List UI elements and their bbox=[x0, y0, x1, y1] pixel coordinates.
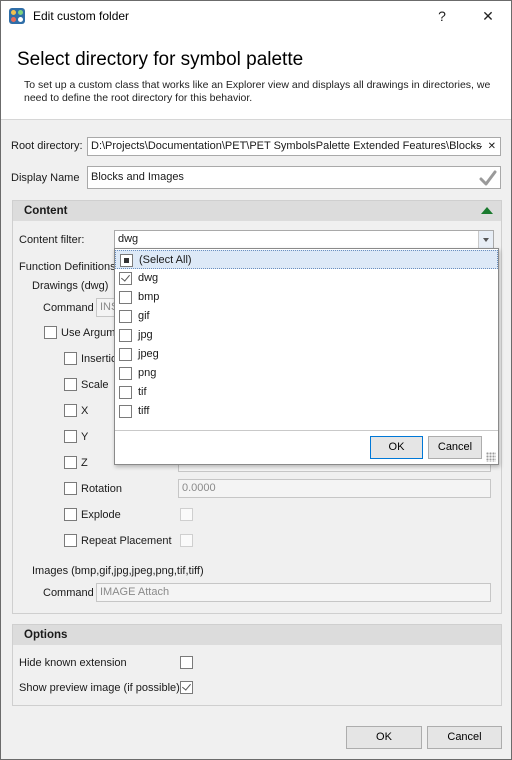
ok-button[interactable]: OK bbox=[346, 726, 422, 749]
use-arguments-label: Use Argum bbox=[61, 327, 116, 339]
scale-checkbox[interactable] bbox=[64, 378, 77, 391]
checkmark-icon bbox=[182, 681, 191, 691]
dropdown-ok-button[interactable]: OK bbox=[370, 436, 423, 459]
display-name-label: Display Name bbox=[11, 172, 80, 184]
filter-option-checkbox[interactable] bbox=[119, 386, 132, 399]
filter-option[interactable]: (Select All) bbox=[115, 250, 498, 269]
images-command-label: Command bbox=[43, 587, 94, 599]
options-section-title: Options bbox=[24, 629, 68, 641]
show-preview-checkbox[interactable] bbox=[180, 681, 193, 694]
x-checkbox[interactable] bbox=[64, 404, 77, 417]
drawings-command-label: Command bbox=[43, 302, 94, 314]
filter-option-checkbox[interactable] bbox=[119, 329, 132, 342]
filter-option[interactable]: dwg bbox=[115, 269, 498, 288]
resize-grip-icon[interactable] bbox=[486, 452, 496, 462]
insertion-label: Insertio bbox=[81, 353, 118, 365]
function-definitions-label: Function Definitions bbox=[19, 261, 116, 273]
indeterminate-icon bbox=[124, 258, 129, 263]
y-label: Y bbox=[81, 431, 89, 443]
filter-option[interactable]: png bbox=[115, 364, 498, 383]
show-preview-label: Show preview image (if possible) bbox=[19, 682, 180, 694]
rotation-field[interactable]: 0.0000 bbox=[178, 479, 491, 498]
filter-option-label: tif bbox=[138, 386, 147, 398]
browse-button[interactable]: ··· bbox=[473, 138, 483, 155]
filter-option-label: dwg bbox=[138, 272, 159, 284]
collapse-arrow-icon[interactable] bbox=[481, 207, 493, 214]
hide-known-extension-checkbox[interactable] bbox=[180, 656, 193, 669]
header-title: Select directory for symbol palette bbox=[17, 49, 304, 70]
hide-known-extension-label: Hide known extension bbox=[19, 657, 127, 669]
options-section-header[interactable]: Options bbox=[13, 625, 501, 645]
chevron-down-icon[interactable] bbox=[478, 231, 493, 248]
root-directory-value: D:\Projects\Documentation\PET\PET Symbol… bbox=[91, 140, 482, 152]
content-section-header[interactable]: Content bbox=[13, 201, 501, 221]
filter-option-label: (Select All) bbox=[139, 254, 192, 266]
filter-option-checkbox[interactable] bbox=[119, 310, 132, 323]
use-arguments-checkbox[interactable] bbox=[44, 326, 57, 339]
check-icon bbox=[479, 170, 497, 186]
clear-icon[interactable]: ✕ bbox=[488, 138, 496, 155]
explode-checkbox[interactable] bbox=[64, 508, 77, 521]
filter-option-label: bmp bbox=[138, 291, 160, 303]
filter-option-checkbox[interactable] bbox=[119, 291, 132, 304]
checkmark-icon bbox=[121, 272, 130, 282]
filter-option[interactable]: tiff bbox=[115, 402, 498, 421]
content-filter-value: dwg bbox=[118, 233, 139, 245]
filter-option[interactable]: bmp bbox=[115, 288, 498, 307]
filter-option[interactable]: jpeg bbox=[115, 345, 498, 364]
content-filter-dropdown: (Select All) dwg bmp gif jpg jpeg png tif tiff O… bbox=[114, 248, 499, 465]
root-directory-field[interactable]: D:\Projects\Documentation\PET\PET Symbol… bbox=[87, 137, 501, 156]
filter-option-list: (Select All) dwg bmp gif jpg jpeg png tif tiff bbox=[115, 249, 498, 431]
content-filter-combo[interactable]: dwg bbox=[114, 230, 494, 249]
filter-option-checkbox[interactable] bbox=[119, 405, 132, 418]
repeat-placement-checkbox[interactable] bbox=[64, 534, 77, 547]
filter-option-label: gif bbox=[138, 310, 150, 322]
drawings-label: Drawings (dwg) bbox=[32, 280, 109, 292]
header-description: To set up a custom class that works like… bbox=[24, 79, 491, 104]
root-directory-label: Root directory: bbox=[11, 140, 83, 152]
display-name-value: Blocks and Images bbox=[91, 171, 184, 183]
dropdown-cancel-button[interactable]: Cancel bbox=[428, 436, 482, 459]
images-command-field[interactable]: IMAGE Attach bbox=[96, 583, 491, 602]
window-title: Edit custom folder bbox=[33, 9, 130, 23]
filter-option-checkbox[interactable] bbox=[119, 367, 132, 380]
dialog-header: Select directory for symbol palette To s… bbox=[1, 32, 511, 120]
dialog-window: Edit custom folder ? ✕ Select directory … bbox=[0, 0, 512, 760]
filter-option[interactable]: jpg bbox=[115, 326, 498, 345]
cancel-button[interactable]: Cancel bbox=[427, 726, 502, 749]
title-bar: Edit custom folder ? ✕ bbox=[1, 1, 511, 32]
filter-option-checkbox[interactable] bbox=[119, 348, 132, 361]
filter-option-label: jpeg bbox=[138, 348, 159, 360]
filter-option-checkbox[interactable] bbox=[120, 254, 133, 267]
insertion-checkbox[interactable] bbox=[64, 352, 77, 365]
z-checkbox[interactable] bbox=[64, 456, 77, 469]
repeat-placement-value-checkbox[interactable] bbox=[180, 534, 193, 547]
rotation-checkbox[interactable] bbox=[64, 482, 77, 495]
filter-option-checkbox[interactable] bbox=[119, 272, 132, 285]
filter-option-label: jpg bbox=[138, 329, 153, 341]
content-filter-label: Content filter: bbox=[19, 234, 85, 246]
content-section-title: Content bbox=[24, 205, 68, 217]
filter-option[interactable]: tif bbox=[115, 383, 498, 402]
x-label: X bbox=[81, 405, 89, 417]
close-button[interactable]: ✕ bbox=[465, 1, 511, 32]
display-name-field[interactable]: Blocks and Images bbox=[87, 166, 501, 189]
app-icon bbox=[9, 8, 25, 24]
filter-option-label: tiff bbox=[138, 405, 150, 417]
explode-label: Explode bbox=[81, 509, 121, 521]
images-label: Images (bmp,gif,jpg,jpeg,png,tif,tiff) bbox=[32, 565, 204, 577]
help-button[interactable]: ? bbox=[419, 1, 465, 32]
filter-option[interactable]: gif bbox=[115, 307, 498, 326]
filter-option-label: png bbox=[138, 367, 157, 379]
repeat-placement-label: Repeat Placement bbox=[81, 535, 172, 547]
z-label: Z bbox=[81, 457, 88, 469]
rotation-label: Rotation bbox=[81, 483, 122, 495]
scale-label: Scale bbox=[81, 379, 109, 391]
y-checkbox[interactable] bbox=[64, 430, 77, 443]
explode-value-checkbox[interactable] bbox=[180, 508, 193, 521]
